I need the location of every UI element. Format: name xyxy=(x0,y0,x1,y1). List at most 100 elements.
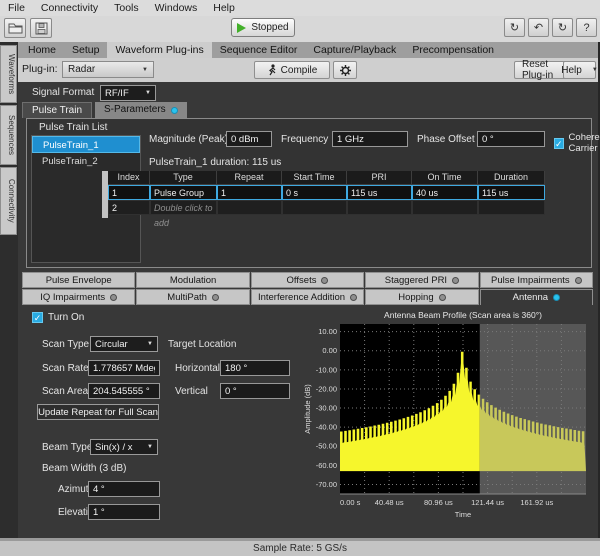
list-item-pulsetrain-2[interactable]: PulseTrain_2 xyxy=(32,153,140,170)
tab-precompensation[interactable]: Precompensation xyxy=(404,42,502,58)
table-cell[interactable]: 1 xyxy=(217,185,282,200)
update-repeat-button[interactable]: Update Repeat for Full Scan xyxy=(37,404,159,420)
col-index: Index xyxy=(108,171,150,185)
side-tab-connectivity[interactable]: Connectivity xyxy=(0,167,17,235)
tab-iq-impairments[interactable]: IQ Impairments xyxy=(22,289,135,305)
table-cell[interactable] xyxy=(478,200,545,215)
azimuth-field[interactable] xyxy=(88,481,160,497)
tab-pulse-impairments[interactable]: Pulse Impairments xyxy=(480,272,593,288)
help-icon[interactable]: ? xyxy=(576,18,597,37)
menu-help[interactable]: Help xyxy=(213,2,235,14)
tab-antenna[interactable]: Antenna xyxy=(480,289,593,305)
table-cell[interactable]: 115 us xyxy=(478,185,545,200)
tab-modulation[interactable]: Modulation xyxy=(136,272,249,288)
tab-multipath[interactable]: MultiPath xyxy=(136,289,249,305)
svg-text:Amplitude (dB): Amplitude (dB) xyxy=(303,384,312,434)
list-item-pulsetrain-1[interactable]: PulseTrain_1 xyxy=(32,136,140,153)
phase-offset-label: Phase Offset xyxy=(417,134,475,145)
tab-label: Pulse Envelope xyxy=(46,275,112,286)
table-cell[interactable]: 115 us xyxy=(347,185,412,200)
scan-area-field[interactable] xyxy=(88,383,160,399)
plugin-select[interactable]: Radar ▼ xyxy=(62,61,154,78)
save-button[interactable] xyxy=(30,18,52,38)
plugin-help-label: Help xyxy=(561,65,582,76)
menu-file[interactable]: File xyxy=(8,2,25,14)
tab-s-parameters[interactable]: S-Parameters xyxy=(95,102,187,118)
svg-text:40.48 us: 40.48 us xyxy=(375,498,404,507)
scan-type-select[interactable]: Circular ▼ xyxy=(90,336,158,352)
plugin-select-value: Radar xyxy=(68,64,95,75)
menu-windows[interactable]: Windows xyxy=(155,2,198,14)
undo-icon[interactable]: ↶ xyxy=(528,18,549,37)
menu-connectivity[interactable]: Connectivity xyxy=(41,2,98,14)
scan-rate-field[interactable] xyxy=(88,360,160,376)
table-cell[interactable] xyxy=(347,200,412,215)
run-state-button[interactable]: Stopped xyxy=(231,18,295,37)
frequency-field[interactable] xyxy=(332,131,408,147)
frequency-label: Frequency xyxy=(281,134,328,145)
antenna-beam-chart-svg: Antenna Beam Profile (Scan area is 360°)… xyxy=(300,308,598,538)
side-tab-sequences[interactable]: Sequences xyxy=(0,105,17,165)
s-parameters-indicator-dot xyxy=(171,107,178,114)
tab-label: MultiPath xyxy=(167,292,207,303)
coherent-carrier-checkbox[interactable]: ✓ xyxy=(554,138,564,149)
table-cell[interactable] xyxy=(282,200,347,215)
signal-format-select[interactable]: RF/IF ▼ xyxy=(100,85,156,101)
main-tab-bar: Home Setup Waveform Plug-ins Sequence Ed… xyxy=(0,42,600,58)
tab-setup[interactable]: Setup xyxy=(64,42,107,58)
svg-text:Antenna Beam Profile (Scan are: Antenna Beam Profile (Scan area is 360°) xyxy=(384,310,542,320)
tab-staggered-pri[interactable]: Staggered PRI xyxy=(365,272,478,288)
magnitude-field[interactable] xyxy=(226,131,272,147)
tab-sequence-editor[interactable]: Sequence Editor xyxy=(212,42,306,58)
gear-icon xyxy=(339,64,352,77)
tab-offsets[interactable]: Offsets xyxy=(251,272,364,288)
plugin-bar: Plug-in: Radar ▼ Compile Reset Plug-in H… xyxy=(0,58,600,82)
table-cell[interactable]: 2 xyxy=(108,200,150,215)
turn-on-checkbox[interactable]: ✓ xyxy=(32,312,43,323)
elevation-field[interactable] xyxy=(88,504,160,520)
chevron-down-icon: ▼ xyxy=(592,67,598,73)
svg-text:Time: Time xyxy=(455,510,471,519)
indicator-dot xyxy=(321,277,328,284)
table-cell[interactable]: Pulse Group xyxy=(150,185,217,200)
scan-type-label: Scan Type xyxy=(42,339,89,350)
toolbar: Stopped ↻ ↶ ↻ ? xyxy=(0,16,600,41)
col-type: Type xyxy=(150,171,217,185)
side-tab-waveforms[interactable]: Waveforms xyxy=(0,45,17,103)
horizontal-field[interactable] xyxy=(220,360,290,376)
tab-pulse-train[interactable]: Pulse Train xyxy=(22,102,92,118)
open-file-button[interactable] xyxy=(4,18,26,38)
table-cell[interactable]: 40 us xyxy=(412,185,478,200)
plugin-help-button[interactable]: Help ▼ xyxy=(563,61,596,79)
table-cell[interactable] xyxy=(217,200,282,215)
phase-offset-field[interactable] xyxy=(477,131,545,147)
menu-tools[interactable]: Tools xyxy=(114,2,139,14)
tab-waveform-plugins[interactable]: Waveform Plug-ins xyxy=(107,42,211,58)
scan-area-label: Scan Area xyxy=(42,386,88,397)
svg-text:-40.00: -40.00 xyxy=(316,423,337,432)
tab-home[interactable]: Home xyxy=(20,42,64,58)
table-cell-add-hint[interactable]: Double click to add xyxy=(150,200,217,215)
table-cell[interactable] xyxy=(412,200,478,215)
status-bar: Sample Rate: 5 GS/s xyxy=(0,541,600,556)
beam-type-value: Sin(x) / x xyxy=(95,442,132,453)
tab-label: Modulation xyxy=(170,275,216,286)
duration-text: PulseTrain_1 duration: 115 us xyxy=(149,157,281,168)
tab-pulse-envelope[interactable]: Pulse Envelope xyxy=(22,272,135,288)
table-cell[interactable]: 1 xyxy=(108,185,150,200)
tab-label: Staggered PRI xyxy=(385,275,447,286)
compile-settings-button[interactable] xyxy=(333,61,357,79)
coherent-carrier-label: Coherent Carrier xyxy=(569,132,600,154)
tab-label: IQ Impairments xyxy=(40,292,105,303)
svg-text:-20.00: -20.00 xyxy=(316,384,337,393)
refresh-clock-icon[interactable]: ↻ xyxy=(504,18,525,37)
tab-hopping[interactable]: Hopping xyxy=(365,289,478,305)
plugin-label: Plug-in: xyxy=(22,63,58,75)
tab-capture-playback[interactable]: Capture/Playback xyxy=(305,42,404,58)
compile-button[interactable]: Compile xyxy=(254,61,330,79)
vertical-field[interactable] xyxy=(220,383,290,399)
table-cell[interactable]: 0 s xyxy=(282,185,347,200)
beam-type-select[interactable]: Sin(x) / x ▼ xyxy=(90,439,158,455)
tab-interference-addition[interactable]: Interference Addition xyxy=(251,289,364,305)
restart-icon[interactable]: ↻ xyxy=(552,18,573,37)
